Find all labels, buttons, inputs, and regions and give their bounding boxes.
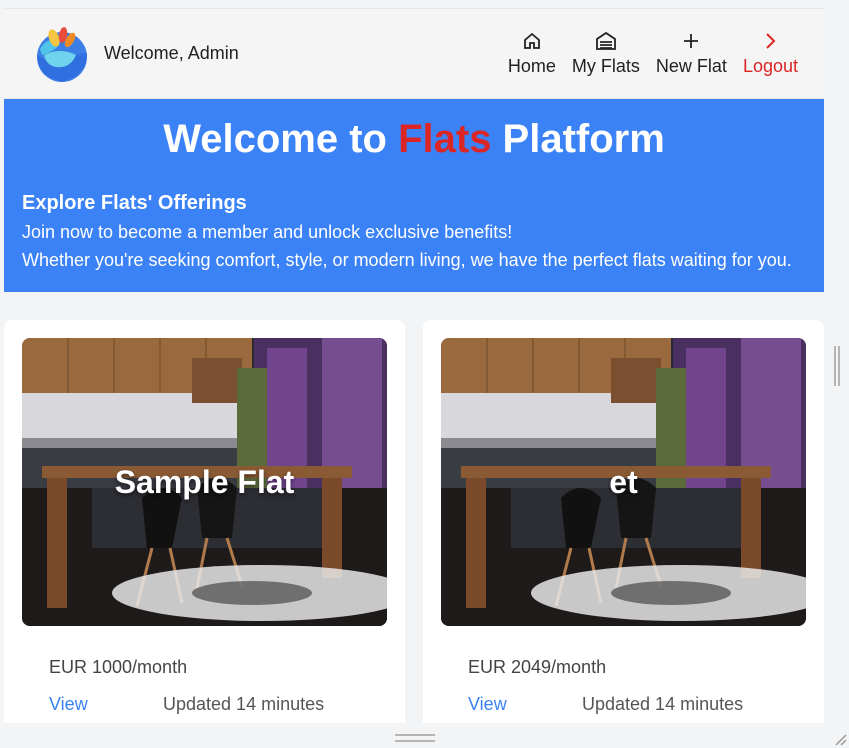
horizontal-resize-handle[interactable] (395, 734, 435, 742)
hero-subtitle: Explore Flats' Offerings (22, 192, 247, 214)
top-header: Welcome, Admin Home My Flats New Flat Lo… (4, 9, 824, 99)
updated-text: Updated 14 minutes (163, 694, 325, 714)
garage-icon (595, 30, 617, 52)
nav-my-flats-label: My Flats (571, 56, 640, 76)
hero-banner: Welcome to Flats Platform Explore Flats'… (4, 99, 824, 292)
flat-title: et (609, 464, 638, 500)
nav-home-label: Home (507, 56, 556, 76)
flat-card[interactable]: Sample Flat EUR 1000/month View Updated … (4, 320, 405, 723)
flat-image[interactable]: Sample Flat (22, 338, 387, 626)
nav-new-flat-label: New Flat (655, 56, 727, 76)
home-icon (521, 30, 543, 52)
hero-title: Welcome to Flats Platform (22, 117, 806, 162)
chevron-right-icon (759, 30, 781, 52)
card-meta: View Updated 14 minutes (468, 694, 806, 715)
nav-my-flats[interactable]: My Flats (572, 30, 640, 77)
hero-title-accent: Flats (398, 117, 492, 161)
nav-home[interactable]: Home (508, 30, 556, 77)
flat-cards: Sample Flat EUR 1000/month View Updated … (4, 292, 824, 723)
main-nav: Home My Flats New Flat Logout (508, 30, 798, 77)
welcome-text: Welcome, Admin (104, 43, 239, 63)
hero-line-1: Join now to become a member and unlock e… (22, 222, 513, 242)
hero-title-pre: Welcome to (163, 117, 399, 161)
hero-line-2: Whether you're seeking comfort, style, o… (22, 250, 792, 270)
updated-text: Updated 14 minutes (582, 694, 744, 714)
vertical-scrollbar-handle[interactable] (834, 346, 840, 386)
resize-grip-icon[interactable] (831, 730, 847, 746)
nav-logout[interactable]: Logout (743, 30, 798, 77)
view-details-link[interactable]: View (49, 694, 163, 715)
nav-new-flat[interactable]: New Flat (656, 30, 727, 77)
flat-price: EUR 2049/month (468, 657, 607, 677)
card-meta: View Updated 14 minutes (49, 694, 387, 715)
flat-image[interactable]: et (441, 338, 806, 626)
flat-card[interactable]: et EUR 2049/month View Updated 14 minute… (423, 320, 824, 723)
view-details-link[interactable]: View (468, 694, 582, 715)
flat-price: EUR 1000/month (49, 657, 188, 677)
plus-icon (680, 30, 702, 52)
app-viewport: Welcome, Admin Home My Flats New Flat Lo… (4, 8, 824, 723)
brand: Welcome, Admin (30, 25, 239, 83)
flat-title: Sample Flat (114, 464, 295, 500)
nav-logout-label: Logout (742, 56, 798, 76)
hero-title-post: Platform (491, 117, 665, 161)
app-logo[interactable] (30, 25, 94, 83)
